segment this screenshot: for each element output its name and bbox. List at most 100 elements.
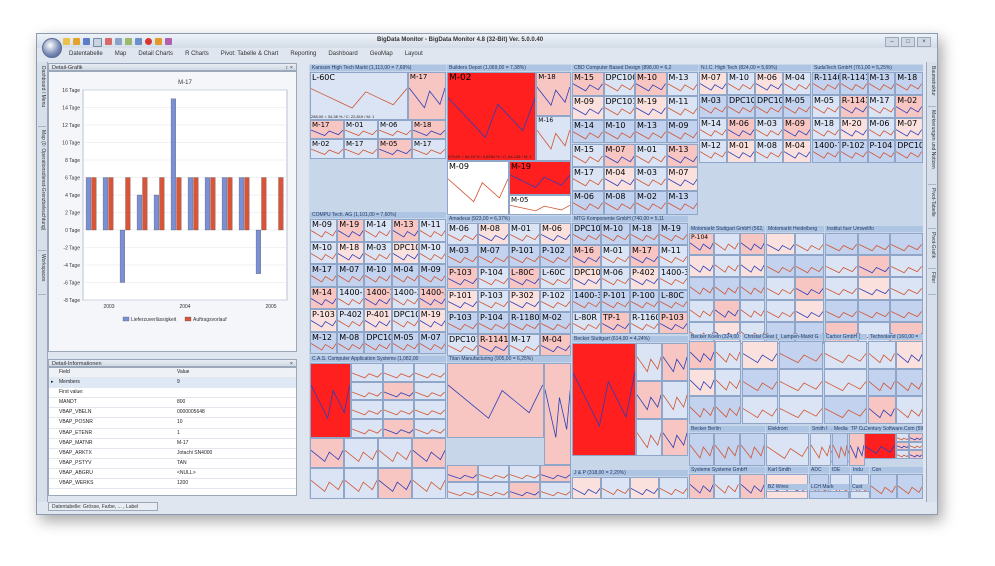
- treemap-cell[interactable]: R-1141: [839, 72, 868, 95]
- tab-filter[interactable]: Filter: [928, 272, 936, 295]
- treemap-group[interactable]: Lampen-Markt G: [779, 334, 823, 424]
- treemap-cell[interactable]: [714, 433, 740, 466]
- treemap-cell[interactable]: [868, 368, 896, 397]
- treemap-cell[interactable]: M-18: [412, 119, 446, 140]
- treemap-cell[interactable]: [739, 255, 765, 278]
- treemap-group[interactable]: Smith I: [810, 426, 831, 466]
- treemap-cell[interactable]: [824, 396, 867, 424]
- treemap-cell[interactable]: M-04: [603, 167, 635, 192]
- treemap-cell[interactable]: [447, 363, 544, 438]
- treemap-cell[interactable]: [857, 299, 891, 322]
- treemap-cell[interactable]: 1400-250: [391, 286, 419, 309]
- treemap-group[interactable]: Builders Depot (1,069,00 = 7,38%) M-02 579…: [447, 65, 571, 215]
- treemap-cell[interactable]: M-07: [478, 245, 509, 268]
- treemap-cell[interactable]: M-19: [337, 219, 365, 242]
- treemap-cell[interactable]: [689, 396, 715, 424]
- treemap-cell[interactable]: M-17: [310, 119, 344, 140]
- treemap-cell[interactable]: [714, 233, 740, 256]
- treemap-cell[interactable]: M-15: [572, 143, 604, 168]
- treemap-cell[interactable]: M-14: [699, 117, 727, 141]
- treemap-cell[interactable]: [715, 396, 741, 424]
- treemap-cell[interactable]: M-11: [666, 95, 698, 120]
- treemap-cell[interactable]: [868, 341, 896, 369]
- treemap-cell[interactable]: M-17: [630, 245, 659, 268]
- treemap-cell[interactable]: M-14: [364, 219, 392, 242]
- treemap-cell[interactable]: M-10: [418, 241, 446, 264]
- treemap-cell[interactable]: [766, 299, 795, 322]
- treemap-cell[interactable]: M-17: [867, 94, 896, 118]
- treemap-cell[interactable]: M-04: [540, 333, 571, 356]
- status-tab[interactable]: Datentabelle: Grösse, Farbe, ... , Label: [48, 502, 158, 511]
- treemap-cell[interactable]: M-04: [783, 72, 811, 95]
- new-icon[interactable]: [63, 38, 70, 45]
- menu-layout[interactable]: Layout: [399, 50, 429, 60]
- treemap-cell[interactable]: [809, 491, 849, 499]
- treemap-cell[interactable]: [344, 468, 378, 499]
- table-row[interactable]: VBAP_POSNR 10: [49, 418, 296, 429]
- treemap-cell[interactable]: M-07: [699, 72, 727, 95]
- treemap-cell[interactable]: M-05: [391, 331, 419, 354]
- treemap-group[interactable]: Karsson High Tech Markt (1,113,00 = 7,69…: [310, 65, 446, 159]
- treemap-cell[interactable]: M-07: [418, 331, 446, 354]
- treemap-group[interactable]: Titan Manufacturing (905,00 = 6,25%): [447, 356, 571, 499]
- treemap-cell[interactable]: M-08: [603, 191, 635, 215]
- treemap-cell[interactable]: [689, 341, 715, 369]
- treemap-cell[interactable]: M-12: [310, 331, 338, 354]
- treemap-cell[interactable]: M-14: [310, 286, 338, 309]
- treemap-group[interactable]: LCH Mark: [809, 484, 849, 499]
- treemap-cell[interactable]: [382, 381, 415, 401]
- treemap-group[interactable]: MTG Komponente GmbH (740,00 = 5,11DPC101…: [572, 216, 688, 334]
- treemap-cell[interactable]: [478, 465, 509, 482]
- treemap-cell[interactable]: [572, 477, 601, 499]
- treemap-cell[interactable]: M-06: [727, 117, 755, 141]
- treemap-cell[interactable]: [382, 419, 415, 438]
- menu-geomap[interactable]: GeoMap: [364, 50, 399, 60]
- treemap-cell[interactable]: M-10: [364, 264, 392, 287]
- table-row[interactable]: VBAP_VBELN 0000005648: [49, 408, 296, 419]
- treemap-cell[interactable]: M-09: [418, 264, 446, 287]
- tab-dashboard-menu[interactable]: Dashboard / Menu: [38, 66, 46, 127]
- treemap-cell[interactable]: M-18: [536, 72, 571, 117]
- treemap-cell[interactable]: M-15: [572, 72, 604, 96]
- settings-icon[interactable]: [135, 38, 142, 45]
- treemap-cell[interactable]: [795, 255, 824, 278]
- treemap-cell[interactable]: P-101: [509, 245, 540, 268]
- treemap-cell[interactable]: DPC1020: [391, 241, 419, 264]
- close-icon[interactable]: ×: [917, 37, 931, 47]
- treemap-cell[interactable]: [689, 299, 715, 322]
- treemap-cell[interactable]: M-10: [635, 72, 667, 96]
- treemap-cell[interactable]: M-19: [659, 223, 688, 246]
- treemap-cell[interactable]: [310, 468, 344, 499]
- menu-detail-charts[interactable]: Detail Charts: [132, 50, 179, 60]
- treemap-cell[interactable]: M-03: [699, 94, 727, 118]
- table-row[interactable]: VBAP_MATNR M-17: [49, 439, 296, 449]
- treemap-cell[interactable]: [739, 233, 765, 256]
- treemap-cell[interactable]: [890, 299, 923, 322]
- treemap-group[interactable]: CBD Computer Based Design (898,00 = 6,2 M…: [572, 65, 698, 215]
- treemap-group[interactable]: Elektrom: [766, 426, 809, 466]
- treemap-group[interactable]: Becker Koeln (324,00 = 2,: [689, 334, 741, 424]
- treemap-cell[interactable]: M-17: [344, 139, 378, 159]
- treemap-cell[interactable]: M-06: [867, 117, 896, 141]
- treemap-cell[interactable]: [895, 368, 923, 397]
- treemap-cell[interactable]: M-17: [407, 72, 446, 120]
- treemap-cell[interactable]: P-402: [337, 309, 365, 332]
- treemap-cell[interactable]: P-103: [447, 311, 478, 334]
- treemap-cell[interactable]: [742, 368, 778, 397]
- treemap-cell[interactable]: P-100: [630, 289, 659, 312]
- treemap-group[interactable]: Motomarkt Heidelberg: [766, 226, 824, 344]
- treemap-cell[interactable]: [350, 363, 383, 382]
- treemap-cell[interactable]: [310, 363, 351, 438]
- treemap-cell[interactable]: M-10: [601, 223, 630, 246]
- treemap-cell[interactable]: [909, 433, 923, 442]
- treemap-cell[interactable]: [689, 474, 715, 499]
- treemap-group[interactable]: Becker Berlin: [689, 426, 765, 466]
- treemap-cell[interactable]: M-02: [895, 94, 923, 118]
- treemap-cell[interactable]: M-05: [378, 139, 412, 159]
- treemap-cell[interactable]: P-104: [689, 233, 715, 256]
- treemap-cell[interactable]: P-104: [478, 311, 509, 334]
- treemap-group[interactable]: TP Cu: [849, 426, 865, 466]
- treemap-cell[interactable]: M-06: [447, 223, 478, 246]
- table-row[interactable]: VBAP_WERKS 1200: [49, 479, 296, 490]
- menu-datentabelle[interactable]: Datentabelle: [63, 50, 109, 60]
